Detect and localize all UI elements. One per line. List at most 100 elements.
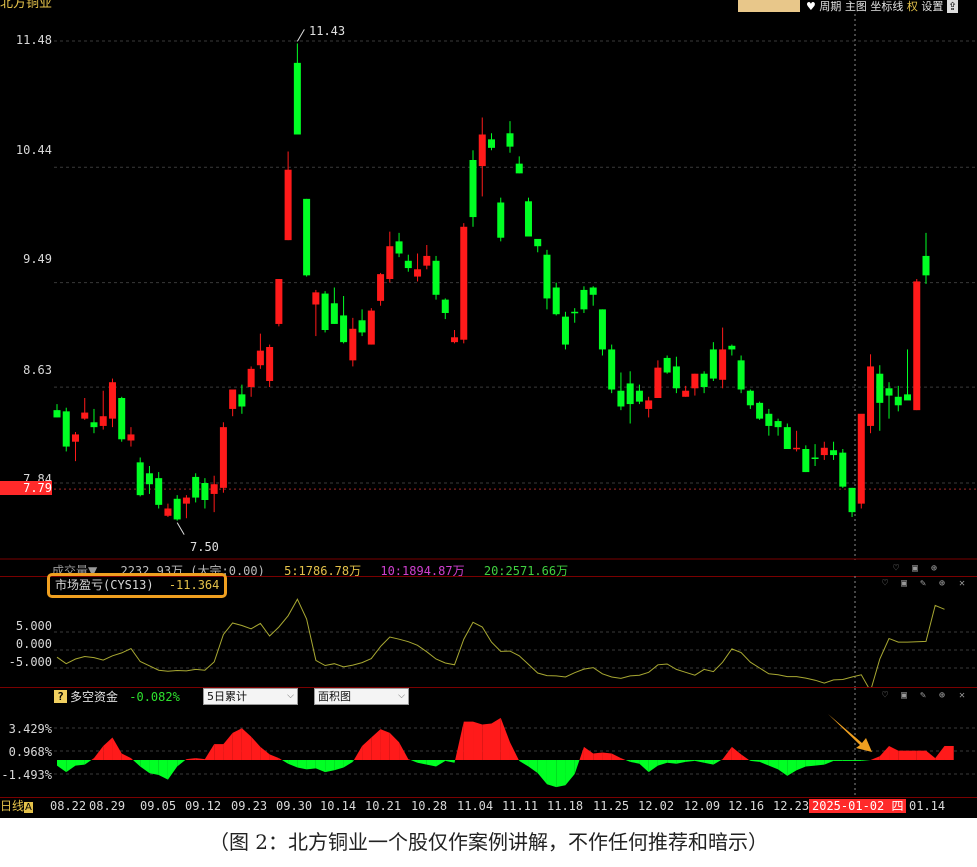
area-segment xyxy=(713,760,722,765)
candle-body xyxy=(293,62,301,135)
window-icon[interactable]: ▣ xyxy=(901,578,907,589)
area-segment xyxy=(579,746,584,760)
candle-body xyxy=(330,303,338,324)
area-segment xyxy=(315,760,326,773)
area-segment xyxy=(325,760,335,773)
candle-body xyxy=(469,160,477,218)
high-marker-arrow xyxy=(296,29,305,42)
x-date-label: 12.09 xyxy=(684,799,721,813)
close-icon[interactable]: ✕ xyxy=(959,690,965,701)
dk-name: 多空资金 xyxy=(70,690,119,704)
area-segment xyxy=(204,744,215,760)
area-segment xyxy=(91,758,94,760)
candle-body xyxy=(913,281,921,411)
area-segment xyxy=(546,760,557,788)
x-date-label: 11.11 xyxy=(502,799,539,813)
period-select[interactable]: 5日累计 ⌵ xyxy=(203,688,298,705)
x-date-label: 11.04 xyxy=(457,799,494,813)
area-segment xyxy=(583,746,594,760)
help-icon[interactable]: ? xyxy=(54,690,67,703)
window-icon[interactable]: ▣ xyxy=(901,690,907,701)
edit-icon[interactable]: ✎ xyxy=(920,690,926,701)
cys-line xyxy=(56,598,945,688)
candle-body xyxy=(404,260,412,269)
area-segment xyxy=(399,742,409,760)
close-icon[interactable]: ✕ xyxy=(959,578,965,589)
edit-icon[interactable]: ✎ xyxy=(920,578,926,589)
cys-y-tick: 0.000 xyxy=(15,637,52,651)
area-segment xyxy=(796,760,806,771)
heart-icon[interactable]: ♡ xyxy=(882,578,888,589)
candle-body xyxy=(922,255,930,276)
area-segment xyxy=(288,760,298,768)
candle-body xyxy=(377,274,385,301)
candlestick-chart[interactable] xyxy=(0,0,977,560)
area-segment xyxy=(639,760,649,773)
candle-body xyxy=(598,309,606,350)
area-segment xyxy=(334,760,344,771)
heart-icon[interactable]: ♡ xyxy=(893,563,899,574)
low-price-label: 7.50 xyxy=(190,540,219,554)
area-segment xyxy=(185,759,187,760)
area-segment xyxy=(630,760,640,764)
chart-type-select[interactable]: 面积图 ⌵ xyxy=(314,688,409,705)
area-segment xyxy=(417,760,427,765)
candle-body xyxy=(62,411,70,447)
pointer-arrow xyxy=(828,714,872,752)
cys-name: 市场盈亏(CYS13) xyxy=(55,578,154,592)
x-date-label: 11.25 xyxy=(593,799,630,813)
area-segment xyxy=(759,760,769,766)
window-icon[interactable]: ▣ xyxy=(912,563,918,574)
candle-body xyxy=(164,508,172,516)
area-segment xyxy=(251,736,261,760)
x-date-label: 09.05 xyxy=(140,799,177,813)
candle-body xyxy=(238,394,246,407)
candle-body xyxy=(312,292,320,305)
area-segment xyxy=(750,760,760,762)
area-segment xyxy=(371,729,381,760)
area-segment xyxy=(593,752,603,760)
candle-body xyxy=(719,349,727,380)
period-label[interactable]: 日线A xyxy=(0,799,33,815)
candle-body xyxy=(414,269,422,277)
area-segment xyxy=(260,746,270,760)
cursor-date-tag: 2025-01-02 四 xyxy=(809,799,907,813)
dk-y-tick: -1.493% xyxy=(1,768,52,782)
area-segment xyxy=(158,760,168,780)
candle-body xyxy=(894,396,902,406)
area-segment xyxy=(731,746,742,760)
long-short-fund-chart[interactable] xyxy=(0,688,977,798)
area-segment xyxy=(916,750,926,760)
candle-body xyxy=(756,402,764,419)
area-segment xyxy=(935,745,945,760)
area-segment xyxy=(537,760,547,785)
area-segment xyxy=(648,760,658,773)
candle-body xyxy=(839,452,847,487)
area-segment xyxy=(805,760,816,767)
low-marker-arrow xyxy=(176,522,185,535)
x-date-label: 08.22 xyxy=(50,799,87,813)
candle-body xyxy=(709,349,717,379)
zoom-icon[interactable]: ⊕ xyxy=(931,563,937,574)
area-segment xyxy=(879,745,890,760)
area-segment xyxy=(352,760,354,762)
area-segment xyxy=(223,732,233,760)
heart-icon[interactable]: ♡ xyxy=(882,690,888,701)
x-date-label: 10.21 xyxy=(365,799,402,813)
candle-body xyxy=(488,139,495,148)
cys-value: -11.364 xyxy=(168,578,220,592)
area-segment xyxy=(926,750,936,760)
area-segment xyxy=(625,760,631,762)
area-segment xyxy=(694,760,705,763)
area-segment xyxy=(84,760,92,765)
area-segment xyxy=(815,760,825,766)
area-segment xyxy=(66,760,76,773)
x-date-label: 09.23 xyxy=(231,799,268,813)
area-segment xyxy=(473,721,483,760)
candle-body xyxy=(589,287,597,295)
chart-type-select-value: 面积图 xyxy=(318,690,351,703)
area-segment xyxy=(704,760,714,765)
area-segment xyxy=(565,760,575,786)
zoom-icon[interactable]: ⊕ xyxy=(939,690,945,701)
zoom-icon[interactable]: ⊕ xyxy=(939,578,945,589)
